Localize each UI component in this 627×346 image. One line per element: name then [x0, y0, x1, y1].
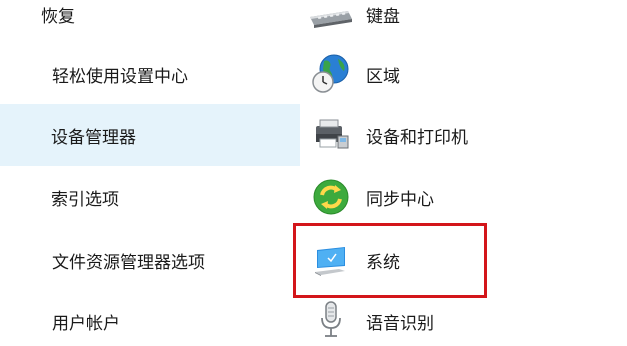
computer-icon: [308, 237, 354, 283]
item-speech-recognition[interactable]: 语音识别: [308, 293, 548, 346]
item-ease-of-access-center-label: 轻松使用设置中心: [52, 66, 188, 87]
item-system-label: 系统: [366, 252, 400, 273]
microphone-icon: [308, 298, 354, 344]
item-ease-of-access-center[interactable]: 轻松使用设置中心: [0, 46, 300, 102]
item-keyboard-label: 键盘: [366, 6, 400, 27]
item-devices-and-printers-label: 设备和打印机: [366, 127, 468, 148]
printer-icon: [308, 112, 354, 158]
item-device-manager[interactable]: 设备管理器: [0, 104, 300, 166]
item-speech-recognition-label: 语音识别: [366, 313, 434, 334]
item-keyboard[interactable]: 键盘: [308, 0, 548, 42]
item-indexing-options-label: 索引选项: [51, 189, 119, 210]
item-devices-and-printers[interactable]: 设备和打印机: [308, 107, 548, 163]
item-user-accounts-label: 用户帐户: [52, 313, 120, 334]
item-region[interactable]: 区域: [308, 46, 548, 102]
item-recovery-label: 恢复: [41, 6, 75, 27]
sync-icon: [308, 174, 354, 220]
item-user-accounts[interactable]: 用户帐户: [0, 293, 300, 346]
item-device-manager-label: 设备管理器: [51, 127, 136, 148]
item-sync-center[interactable]: 同步中心: [308, 169, 548, 225]
control-panel-all-items: 恢复 轻松使用设置中心 设备管理器 索引选项 文件资源管理器选项 用户帐户 键盘…: [0, 0, 627, 346]
item-file-explorer-options-label: 文件资源管理器选项: [52, 252, 205, 273]
keyboard-icon: [308, 0, 354, 37]
globe-clock-icon: [308, 51, 354, 97]
item-recovery[interactable]: 恢复: [0, 0, 300, 42]
item-region-label: 区域: [366, 66, 400, 87]
item-system[interactable]: 系统: [308, 232, 548, 288]
item-file-explorer-options[interactable]: 文件资源管理器选项: [0, 232, 300, 288]
item-indexing-options[interactable]: 索引选项: [0, 169, 300, 225]
item-sync-center-label: 同步中心: [366, 189, 434, 210]
